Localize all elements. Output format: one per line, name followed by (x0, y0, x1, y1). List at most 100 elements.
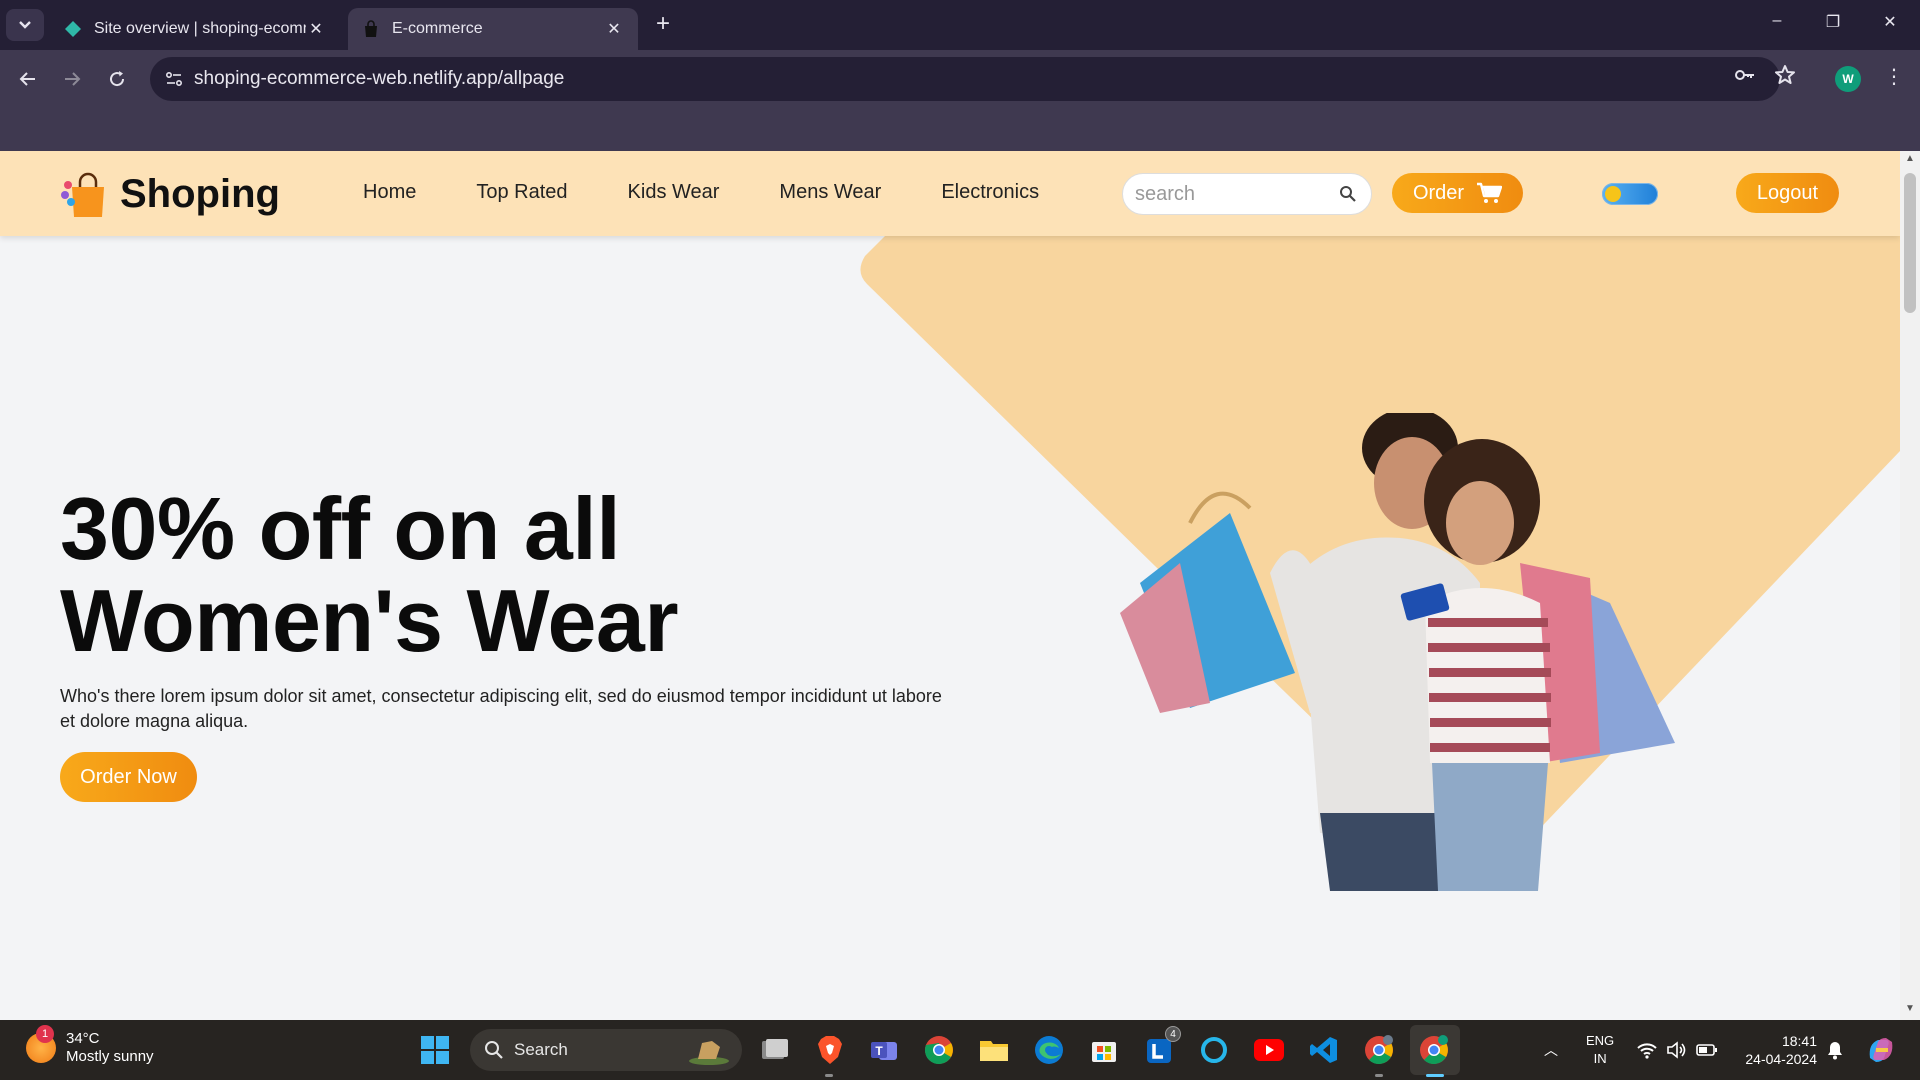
brand-name: Shoping (120, 171, 280, 216)
nav-kids-wear[interactable]: Kids Wear (628, 181, 720, 204)
taskbar-search[interactable]: Search (470, 1029, 742, 1071)
site-info-icon[interactable] (164, 69, 184, 89)
clock-time: 18:41 (1781, 1033, 1817, 1049)
profile-avatar[interactable]: W (1835, 66, 1861, 92)
browser-menu-icon[interactable]: ⋮ (1884, 64, 1904, 89)
hero-title: 30% off on all Women's Wear (60, 479, 679, 670)
cart-icon (1477, 182, 1503, 203)
hero-couple-image (1120, 413, 1675, 891)
tab-title: Site overview | shoping-ecomm (94, 20, 306, 37)
address-bar[interactable]: shoping-ecommerce-web.netlify.app/allpag… (150, 57, 1780, 101)
scroll-up-icon[interactable]: ▲ (1904, 153, 1916, 164)
weather-sun-icon: 1 (26, 1025, 56, 1063)
tab-title: E-commerce (392, 20, 483, 37)
search-input[interactable] (1123, 174, 1323, 214)
back-button[interactable] (12, 63, 44, 95)
sun-icon (1605, 186, 1621, 202)
theme-toggle[interactable] (1602, 183, 1658, 205)
wifi-icon[interactable] (1636, 1040, 1658, 1060)
chevron-up-icon[interactable]: ︿ (1544, 1040, 1558, 1060)
order-now-button[interactable]: Order Now (60, 752, 197, 802)
web-page: Shoping Home Top Rated Kids Wear Mens We… (0, 151, 1900, 1020)
new-tab-button[interactable]: + (650, 12, 676, 38)
bookmark-star-icon[interactable] (1773, 63, 1797, 87)
microsoft-store-icon[interactable] (1088, 1034, 1120, 1066)
app-running-indicator (825, 1074, 833, 1077)
arrow-right-icon (65, 72, 81, 86)
close-tab-icon[interactable]: ✕ (604, 19, 624, 39)
volume-icon[interactable] (1666, 1040, 1688, 1060)
chevron-down-icon (19, 21, 31, 29)
linkedin-icon[interactable]: 4 (1143, 1026, 1181, 1066)
reload-button[interactable] (101, 63, 133, 95)
weather-widget[interactable]: 1 34°C Mostly sunny (26, 1025, 154, 1066)
bookmarks-bar (0, 108, 1920, 151)
site-search (1122, 173, 1372, 215)
close-tab-icon[interactable]: ✕ (306, 19, 326, 39)
scrollbar-thumb[interactable] (1904, 173, 1916, 313)
nav-top-rated[interactable]: Top Rated (476, 181, 567, 204)
system-clock[interactable]: 18:41 24-04-2024 (1737, 1032, 1817, 1068)
weather-desc: Mostly sunny (66, 1048, 154, 1065)
language-indicator[interactable]: ENG IN (1586, 1032, 1614, 1068)
gallery-app-icon[interactable] (759, 1034, 791, 1066)
tab-search-button[interactable] (6, 9, 44, 41)
search-highlight-icon (689, 1041, 729, 1065)
restore-button[interactable]: ❐ (1813, 12, 1853, 32)
battery-icon[interactable] (1696, 1040, 1718, 1060)
app-active-indicator (1426, 1074, 1444, 1077)
order-button[interactable]: Order (1392, 173, 1523, 213)
taskbar-search-label: Search (514, 1040, 568, 1059)
nav-home[interactable]: Home (363, 181, 416, 204)
browser-toolbar: shoping-ecommerce-web.netlify.app/allpag… (0, 50, 1920, 108)
vscode-icon[interactable] (1308, 1034, 1340, 1066)
order-label: Order (1412, 181, 1465, 204)
scroll-down-icon[interactable]: ▼ (1904, 1003, 1916, 1014)
edge-icon[interactable] (1033, 1034, 1065, 1066)
chrome-active-icon[interactable] (1418, 1034, 1450, 1066)
hero-description: Who's there lorem ipsum dolor sit amet, … (60, 686, 942, 731)
hero-title-line1: 30% off on all (60, 479, 621, 578)
lang-code: ENG (1586, 1033, 1615, 1048)
close-window-button[interactable]: ✕ (1870, 12, 1910, 32)
tab-site-overview[interactable]: Site overview | shoping-ecomm ✕ (50, 8, 340, 50)
nav-electronics[interactable]: Electronics (941, 181, 1039, 204)
weather-badge: 1 (36, 1025, 54, 1043)
search-icon[interactable] (1339, 185, 1357, 203)
cortana-icon[interactable] (1198, 1034, 1230, 1066)
clock-date: 24-04-2024 (1745, 1051, 1817, 1067)
lang-region: IN (1593, 1051, 1607, 1066)
search-icon (485, 1041, 503, 1059)
windows-taskbar: 1 34°C Mostly sunny Search T 4 ︿ ENG IN … (0, 1020, 1920, 1080)
shopping-bag-logo-icon (61, 172, 104, 217)
chrome-icon[interactable] (923, 1034, 955, 1066)
weather-temp: 34°C (66, 1030, 100, 1047)
chrome-profile-icon[interactable] (1363, 1034, 1395, 1066)
minimize-button[interactable]: – (1757, 12, 1797, 30)
linkedin-badge: 4 (1165, 1026, 1181, 1042)
teams-icon[interactable]: T (868, 1034, 900, 1066)
nav-mens-wear[interactable]: Mens Wear (779, 181, 881, 204)
shopping-bag-icon (365, 20, 377, 37)
site-logo[interactable]: Shoping (60, 171, 280, 217)
arrow-left-icon (19, 72, 35, 86)
copilot-icon[interactable] (1866, 1036, 1896, 1064)
browser-tab-bar: Site overview | shoping-ecomm ✕ E-commer… (0, 0, 1920, 50)
site-header: Shoping Home Top Rated Kids Wear Mens We… (0, 151, 1900, 236)
reload-icon (110, 71, 125, 87)
file-explorer-icon[interactable] (978, 1034, 1010, 1066)
netlify-diamond-icon (65, 21, 81, 37)
logout-button[interactable]: Logout (1736, 173, 1839, 213)
password-key-icon[interactable] (1733, 63, 1757, 87)
windows-start-icon[interactable] (420, 1035, 450, 1065)
page-scrollbar[interactable]: ▲ ▼ (1900, 151, 1920, 1020)
hero-title-line2: Women's Wear (60, 571, 679, 670)
forward-button[interactable] (56, 63, 88, 95)
url-text: shoping-ecommerce-web.netlify.app/allpag… (194, 68, 565, 89)
app-running-indicator (1375, 1074, 1383, 1077)
notification-bell-icon[interactable] (1826, 1040, 1844, 1060)
brave-icon[interactable] (814, 1034, 846, 1066)
tab-ecommerce[interactable]: E-commerce ✕ (348, 8, 638, 50)
youtube-icon[interactable] (1253, 1034, 1285, 1066)
svg-text:T: T (875, 1044, 883, 1058)
